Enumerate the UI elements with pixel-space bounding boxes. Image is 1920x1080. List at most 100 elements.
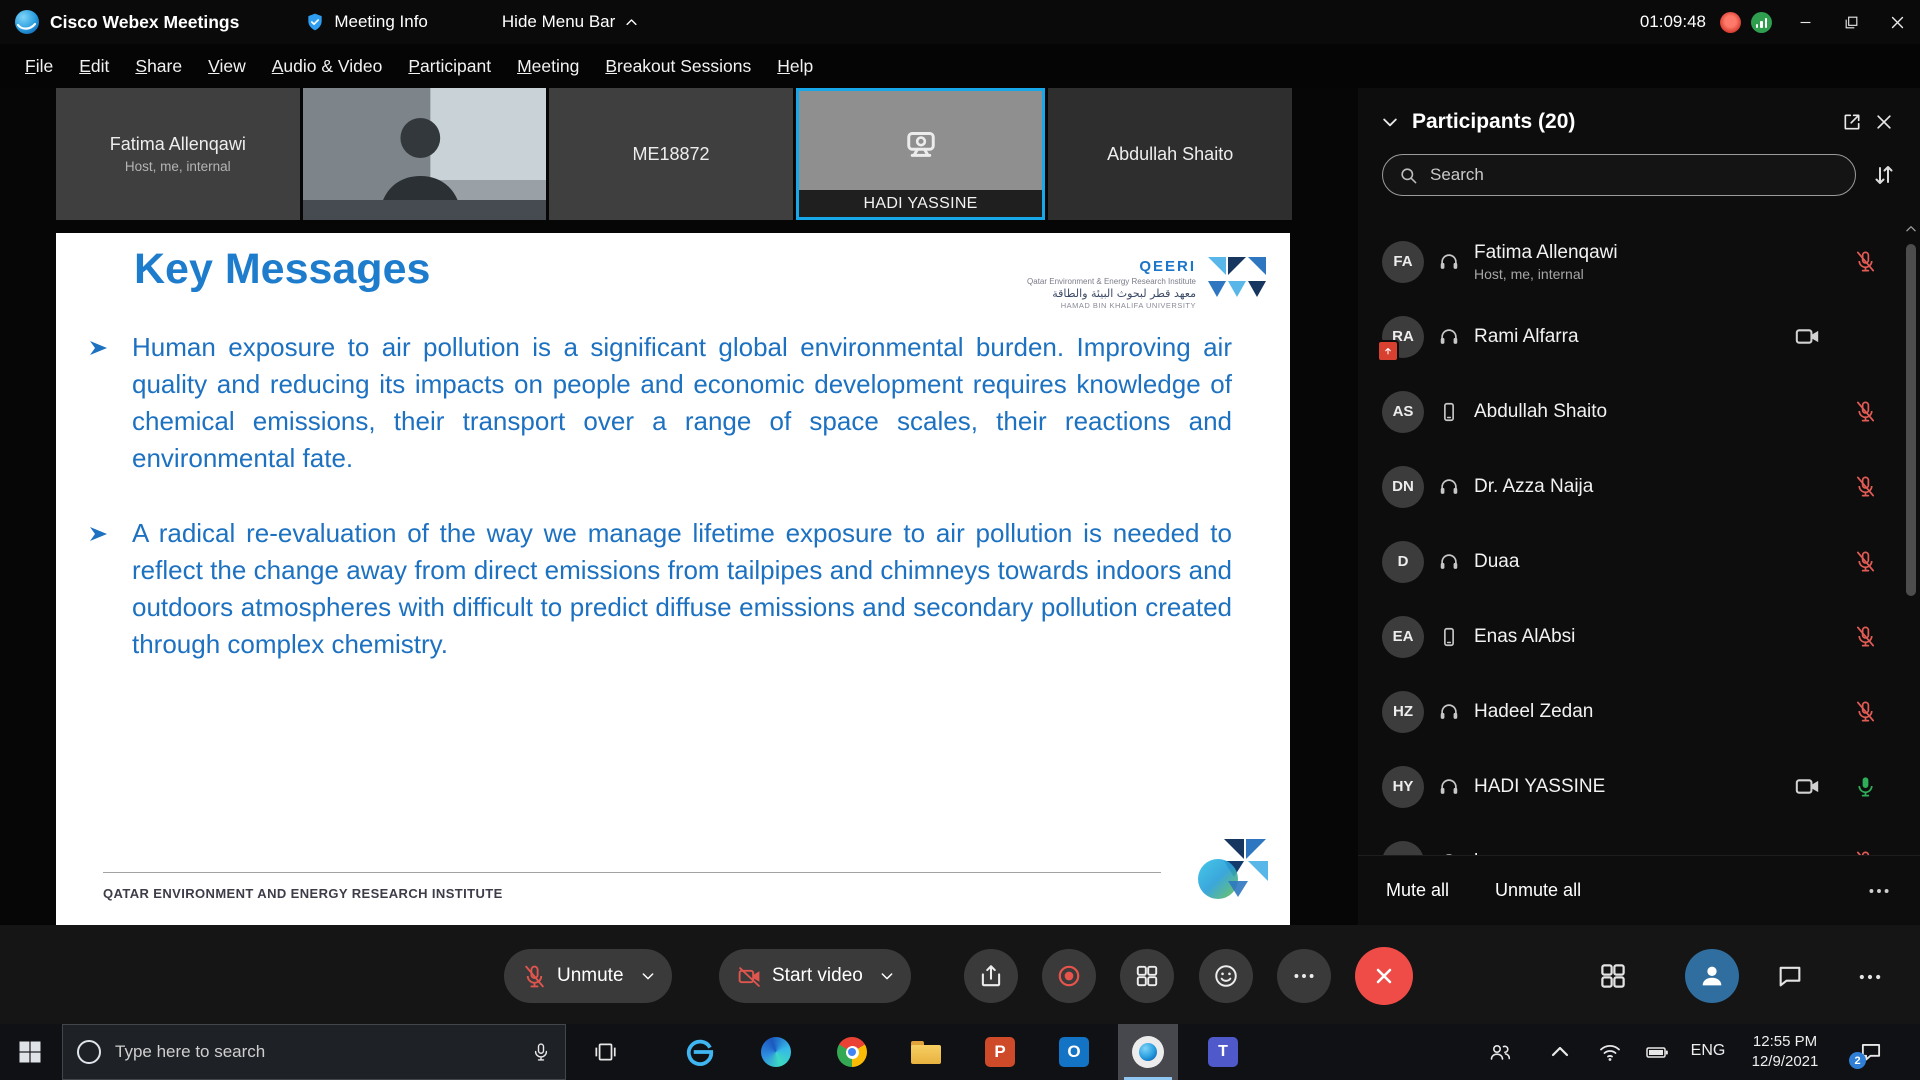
menu-item-file[interactable]: File	[12, 56, 66, 77]
scroll-up-icon[interactable]	[1904, 222, 1918, 236]
slide-title: Key Messages	[134, 245, 430, 294]
menu-item-breakout-sessions[interactable]: Breakout Sessions	[592, 56, 764, 77]
chat-button[interactable]	[1776, 962, 1804, 990]
video-tile-live-camera[interactable]	[303, 88, 547, 220]
taskbar-app-webex-active[interactable]	[1118, 1024, 1178, 1080]
search-input[interactable]	[1428, 164, 1839, 186]
panel-scrollbar[interactable]	[1906, 228, 1917, 855]
taskbar-app-chrome[interactable]	[822, 1024, 882, 1080]
maximize-button[interactable]	[1828, 0, 1874, 44]
hide-menu-bar-label: Hide Menu Bar	[502, 12, 615, 32]
voice-search-mic-icon[interactable]	[531, 1042, 551, 1062]
tray-clock[interactable]: 12:55 PM 12/9/2021	[1727, 1032, 1843, 1072]
menu-item-audio-video[interactable]: Audio & Video	[259, 56, 396, 77]
minimize-button[interactable]	[1782, 0, 1828, 44]
mic-muted-icon[interactable]	[1854, 475, 1877, 498]
participant-row[interactable]: RA Rami Alfarra	[1358, 299, 1904, 374]
participant-row[interactable]: AS Abdullah Shaito	[1358, 374, 1904, 449]
apps-button[interactable]	[1120, 949, 1174, 1003]
task-view-button[interactable]	[592, 1039, 618, 1065]
menu-item-edit[interactable]: Edit	[66, 56, 122, 77]
participant-row[interactable]: DN Dr. Azza Naija	[1358, 449, 1904, 524]
taskbar-search-box[interactable]	[62, 1024, 566, 1080]
unmute-all-button[interactable]: Unmute all	[1495, 880, 1581, 901]
mic-muted-icon[interactable]	[1854, 700, 1877, 723]
tray-people-icon[interactable]	[1488, 1040, 1512, 1064]
qeeri-logo-mark-icon	[1206, 255, 1268, 303]
scrollbar-thumb[interactable]	[1906, 244, 1916, 596]
chevron-down-icon[interactable]	[1380, 112, 1400, 132]
video-tile-fatima[interactable]: Fatima Allenqawi Host, me, internal	[56, 88, 300, 220]
person-icon	[1698, 962, 1726, 990]
taskbar-app-edge[interactable]	[746, 1024, 806, 1080]
mic-muted-icon[interactable]	[1854, 400, 1877, 423]
participant-row[interactable]: HZ Hadeel Zedan	[1358, 674, 1904, 749]
sort-icon[interactable]	[1872, 163, 1896, 187]
start-button[interactable]	[16, 1038, 44, 1066]
participants-footer: Mute all Unmute all	[1358, 855, 1920, 925]
video-tile-hadi-selected[interactable]: HADI YASSINE	[796, 88, 1046, 220]
taskbar-search-input[interactable]	[113, 1041, 519, 1063]
participants-toggle-button[interactable]	[1685, 949, 1739, 1003]
mic-active-icon[interactable]	[1854, 775, 1877, 798]
participant-video	[303, 88, 547, 220]
video-tile-abdullah[interactable]: Abdullah Shaito	[1048, 88, 1292, 220]
action-center-button[interactable]: 2	[1858, 1039, 1884, 1065]
close-panel-icon[interactable]	[1874, 112, 1894, 132]
taskbar-app-outlook[interactable]: O	[1044, 1024, 1104, 1080]
tray-network-icon[interactable]	[1598, 1040, 1622, 1064]
chevron-up-icon	[624, 15, 639, 30]
chevron-down-icon[interactable]	[879, 968, 895, 984]
tray-date: 12/9/2021	[1727, 1052, 1843, 1072]
menu-item-share[interactable]: Share	[122, 56, 195, 77]
cortana-icon[interactable]	[77, 1040, 101, 1064]
close-button[interactable]	[1874, 0, 1920, 44]
participant-row[interactable]: H hana	[1358, 824, 1904, 855]
unmute-button[interactable]: Unmute	[504, 949, 672, 1003]
taskbar-app-teams[interactable]: T	[1193, 1024, 1253, 1080]
tray-battery-icon[interactable]	[1645, 1040, 1669, 1064]
layout-button[interactable]	[1598, 961, 1628, 991]
pop-out-icon[interactable]	[1842, 112, 1862, 132]
menu-item-view[interactable]: View	[195, 56, 259, 77]
more-panels-button[interactable]	[1856, 963, 1884, 991]
participant-row[interactable]: D Duaa	[1358, 524, 1904, 599]
record-button[interactable]	[1042, 949, 1096, 1003]
tile-name: Abdullah Shaito	[1107, 144, 1233, 165]
participant-row[interactable]: EA Enas AlAbsi	[1358, 599, 1904, 674]
tray-chevron-up-icon[interactable]	[1548, 1040, 1572, 1064]
slide-footer-text: QATAR ENVIRONMENT AND ENERGY RESEARCH IN…	[103, 886, 503, 901]
taskbar-app-powerpoint[interactable]: P	[970, 1024, 1030, 1080]
video-tile-me18872[interactable]: ME18872	[549, 88, 793, 220]
taskbar-app-internet-explorer[interactable]	[670, 1024, 730, 1080]
more-options-icon[interactable]	[1866, 878, 1892, 904]
menu-item-participant[interactable]: Participant	[395, 56, 504, 77]
start-video-button[interactable]: Start video	[719, 949, 911, 1003]
reactions-button[interactable]	[1199, 949, 1253, 1003]
menu-item-meeting[interactable]: Meeting	[504, 56, 592, 77]
participant-name: Enas AlAbsi	[1474, 626, 1575, 648]
mute-all-button[interactable]: Mute all	[1386, 880, 1449, 901]
taskbar-app-file-explorer[interactable]	[896, 1024, 956, 1080]
avatar: HZ	[1382, 691, 1424, 733]
tray-language-indicator[interactable]: ENG	[1685, 1042, 1731, 1060]
mic-muted-icon[interactable]	[1854, 550, 1877, 573]
share-content-button[interactable]	[964, 949, 1018, 1003]
participant-name: Dr. Azza Naija	[1474, 476, 1593, 498]
more-options-button[interactable]	[1277, 949, 1331, 1003]
participants-title: Participants (20)	[1412, 110, 1575, 134]
meeting-info-button[interactable]: Meeting Info	[305, 12, 428, 32]
internet-explorer-icon	[685, 1037, 715, 1067]
menu-item-help[interactable]: Help	[764, 56, 826, 77]
participant-search-box[interactable]	[1382, 154, 1856, 196]
hide-menu-bar-button[interactable]: Hide Menu Bar	[502, 12, 639, 32]
mic-muted-icon[interactable]	[1854, 625, 1877, 648]
leave-meeting-button[interactable]	[1355, 947, 1413, 1005]
avatar: FA	[1382, 241, 1424, 283]
participant-row[interactable]: FA Fatima Allenqawi Host, me, internal	[1358, 224, 1904, 299]
mic-muted-icon[interactable]	[1854, 250, 1877, 273]
bullet-text-1: Human exposure to air pollution is a sig…	[132, 329, 1232, 477]
ellipsis-icon	[1291, 963, 1317, 989]
chevron-down-icon[interactable]	[640, 968, 656, 984]
participant-row[interactable]: HY HADI YASSINE	[1358, 749, 1904, 824]
